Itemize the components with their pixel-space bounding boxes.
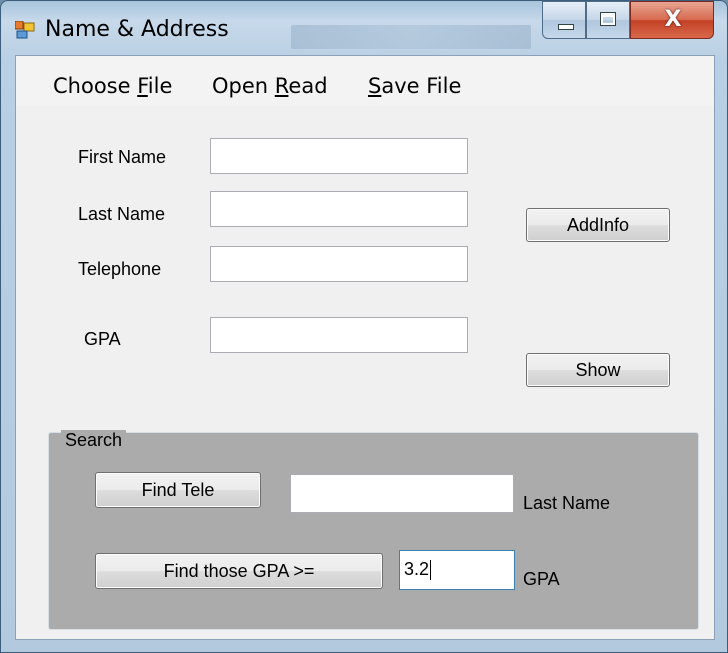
- search-group-label: Search: [61, 430, 127, 451]
- caption-buttons: X: [542, 1, 714, 41]
- title-background-blur: [291, 25, 531, 49]
- menu-open-read-pre: Open: [212, 74, 275, 98]
- first-name-input[interactable]: [210, 138, 468, 174]
- search-last-name-input[interactable]: [290, 474, 514, 513]
- search-gpa-input[interactable]: 3.2: [399, 550, 515, 590]
- menu-open-read-accel: R: [274, 74, 289, 98]
- gpa-input[interactable]: [210, 317, 468, 353]
- client-area: Choose File Open Read Save File First Na…: [15, 55, 715, 640]
- telephone-input[interactable]: [210, 246, 468, 282]
- menu-open-read[interactable]: Open Read: [212, 74, 328, 98]
- window-title: Name & Address: [45, 17, 229, 42]
- search-gpa-input-value: 3.2: [404, 559, 430, 579]
- search-group: Search Find Tele Last Name Find those GP…: [48, 430, 699, 630]
- search-last-name-caption: Last Name: [523, 493, 611, 513]
- menu-open-read-post: ead: [288, 74, 328, 98]
- maximize-icon: [600, 12, 616, 26]
- menu-save-file-accel: S: [368, 74, 382, 98]
- menu-bar: Choose File Open Read Save File: [16, 56, 714, 106]
- close-icon: X: [664, 7, 682, 32]
- title-bar[interactable]: Name & Address X: [1, 1, 727, 55]
- find-gpa-button[interactable]: Find those GPA >=: [95, 553, 383, 589]
- telephone-label: Telephone: [78, 259, 162, 279]
- gpa-label: GPA: [84, 329, 121, 349]
- close-button[interactable]: X: [630, 1, 714, 39]
- addinfo-button[interactable]: AddInfo: [526, 208, 670, 242]
- menu-choose-file-accel: F: [137, 74, 148, 98]
- menu-save-file[interactable]: Save File: [368, 74, 461, 98]
- last-name-input[interactable]: [210, 191, 468, 227]
- find-tele-button[interactable]: Find Tele: [95, 472, 261, 508]
- show-button[interactable]: Show: [526, 353, 670, 387]
- minimize-button[interactable]: [542, 1, 586, 39]
- menu-choose-file[interactable]: Choose File: [53, 74, 172, 98]
- menu-save-file-post: ave File: [381, 74, 462, 98]
- menu-choose-file-post: ile: [147, 74, 173, 98]
- text-caret: [430, 560, 432, 581]
- app-icon: [15, 21, 35, 39]
- first-name-label: First Name: [78, 147, 167, 167]
- minimize-icon: [558, 24, 574, 30]
- last-name-label: Last Name: [78, 204, 166, 224]
- menu-choose-file-pre: Choose: [53, 74, 138, 98]
- maximize-button[interactable]: [586, 1, 630, 39]
- app-window: Name & Address X Choose File Open Read S…: [0, 0, 728, 653]
- search-gpa-caption: GPA: [523, 569, 560, 589]
